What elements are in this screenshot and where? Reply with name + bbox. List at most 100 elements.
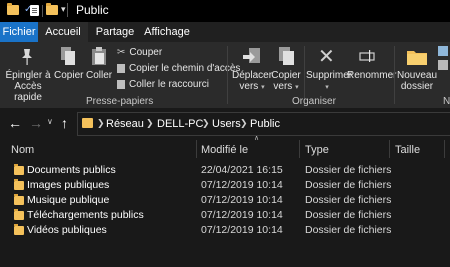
tab-file[interactable]: Fichier	[0, 22, 38, 42]
quick-access-dropdown-icon[interactable]: ▾	[61, 4, 66, 15]
table-row[interactable]: Documents publics 22/04/2021 16:15 Dossi…	[0, 163, 450, 178]
copy-icon	[60, 46, 76, 66]
copy-path-icon	[117, 63, 125, 73]
file-type: Dossier de fichiers	[305, 194, 392, 206]
group-divider	[227, 46, 228, 104]
rename-button[interactable]: Renommer	[347, 70, 396, 81]
column-divider[interactable]	[389, 140, 390, 158]
file-modified: 07/12/2019 10:14	[201, 209, 283, 221]
file-modified: 07/12/2019 10:14	[201, 224, 283, 236]
pin-label-1: Épingler à	[5, 70, 51, 81]
file-name: Images publiques	[27, 179, 110, 191]
toolbar-divider	[42, 5, 43, 17]
up-arrow-icon[interactable]: ↑	[61, 115, 68, 131]
folder-icon	[14, 164, 24, 175]
paste-shortcut-icon	[117, 79, 125, 89]
group-divider	[394, 46, 395, 104]
column-header-size[interactable]: Taille	[395, 144, 420, 156]
table-row[interactable]: Vidéos publiques 07/12/2019 10:14 Dossie…	[0, 223, 450, 238]
organize-group-label: Organiser	[292, 96, 336, 107]
column-header-type[interactable]: Type	[305, 144, 329, 156]
file-name: Musique publique	[27, 194, 110, 206]
file-name: Documents publics	[27, 164, 116, 176]
title-divider	[67, 3, 68, 17]
delete-icon: ✕	[318, 46, 335, 68]
back-arrow-icon[interactable]: ←	[8, 115, 22, 131]
scissors-icon: ✂	[117, 47, 126, 58]
table-row[interactable]: Téléchargements publics 07/12/2019 10:14…	[0, 208, 450, 223]
new-folder-button[interactable]: Nouveau dossier	[396, 70, 438, 92]
window-title: Public	[76, 3, 109, 17]
cut-button[interactable]: ✂ Couper	[117, 47, 162, 58]
new-folder-label-1: Nouveau	[396, 70, 438, 81]
folder-icon	[82, 118, 93, 128]
file-name: Téléchargements publics	[27, 209, 144, 221]
clipboard-group-label: Presse-papiers	[86, 96, 154, 107]
copy-button[interactable]: Copier	[54, 70, 83, 81]
file-type: Dossier de fichiers	[305, 164, 392, 176]
tab-share[interactable]: Partage	[92, 22, 138, 42]
recent-locations-chevron-icon[interactable]: ∨	[47, 117, 53, 126]
paste-icon	[91, 46, 107, 66]
breadcrumb-separator-icon[interactable]: ❯	[240, 118, 248, 129]
breadcrumb-dell-pc[interactable]: DELL-PC	[157, 118, 203, 130]
title-bar: ✓ ▾ Public	[0, 0, 450, 22]
copy-to-label-2: vers ▾	[273, 81, 299, 92]
copy-to-button[interactable]: Copier vers ▾	[270, 70, 302, 93]
forward-arrow-icon[interactable]: →	[29, 115, 43, 131]
breadcrumb-separator-icon[interactable]: ❯	[146, 118, 154, 129]
copy-to-label-1: Copier	[271, 70, 301, 81]
copy-path-button[interactable]: Copier le chemin d'accès	[117, 63, 240, 74]
breadcrumb-users[interactable]: Users	[212, 118, 241, 130]
new-item-icon[interactable]	[438, 46, 448, 56]
move-to-icon	[242, 46, 262, 66]
address-bar[interactable]: ❯ Réseau ❯ DELL-PC ❯ Users ❯ Public	[77, 112, 450, 136]
pin-quick-access-button[interactable]: Épingler à Accès rapide	[4, 70, 52, 103]
copy-path-label: Copier le chemin d'accès	[129, 63, 241, 74]
column-header-modified[interactable]: Modifié le	[201, 144, 248, 156]
address-row: ← → ∨ ↑ ❯ Réseau ❯ DELL-PC ❯ Users ❯ Pub…	[0, 108, 450, 138]
table-row[interactable]: Images publiques 07/12/2019 10:14 Dossie…	[0, 178, 450, 193]
file-type: Dossier de fichiers	[305, 179, 392, 191]
breadcrumb-separator-icon[interactable]: ❯	[202, 118, 210, 129]
file-modified: 07/12/2019 10:14	[201, 194, 283, 206]
new-folder-quick-icon[interactable]	[46, 3, 58, 15]
paste-shortcut-button[interactable]: Coller le raccourci	[117, 79, 209, 90]
tab-home[interactable]: Accueil	[38, 22, 88, 42]
ribbon: Épingler à Accès rapide Copier Coller ✂ C…	[0, 42, 450, 108]
breadcrumb-separator-icon: ❯	[97, 118, 105, 128]
file-modified: 07/12/2019 10:14	[201, 179, 283, 191]
column-divider[interactable]	[444, 140, 445, 158]
file-type: Dossier de fichiers	[305, 209, 392, 221]
sort-indicator-icon: ∧	[254, 135, 260, 142]
table-row[interactable]: Musique publique 07/12/2019 10:14 Dossie…	[0, 193, 450, 208]
folder-icon	[14, 224, 24, 235]
folder-icon	[14, 179, 24, 190]
new-folder-icon	[406, 48, 428, 66]
copy-to-icon	[276, 46, 296, 66]
pin-label-2: Accès rapide	[14, 81, 42, 103]
column-header-name[interactable]: Nom	[11, 144, 34, 156]
rename-icon	[359, 48, 375, 64]
new-folder-label-2: dossier	[400, 81, 434, 92]
move-to-label-2: vers ▾	[239, 81, 265, 92]
move-to-label-1: Déplacer	[232, 70, 273, 81]
column-divider[interactable]	[299, 140, 300, 158]
tab-view[interactable]: Affichage	[142, 22, 192, 42]
ribbon-tabs: Fichier Accueil Partage Affichage	[0, 22, 450, 42]
pin-icon	[20, 48, 34, 66]
folder-icon	[14, 194, 24, 205]
column-divider[interactable]	[196, 140, 197, 158]
breadcrumb-network[interactable]: Réseau	[106, 118, 144, 130]
move-to-button[interactable]: Déplacer vers ▾	[232, 70, 272, 93]
breadcrumb-public[interactable]: Public	[250, 118, 280, 130]
document-icon[interactable]	[30, 5, 39, 16]
folder-icon	[14, 209, 24, 220]
delete-button[interactable]: Supprimer ▾	[306, 70, 352, 93]
file-modified: 22/04/2021 16:15	[201, 164, 283, 176]
paste-button[interactable]: Coller	[86, 70, 112, 81]
easy-access-icon[interactable]	[438, 60, 448, 70]
folder-icon	[7, 3, 19, 15]
file-name: Vidéos publiques	[27, 224, 107, 236]
paste-shortcut-label: Coller le raccourci	[129, 79, 210, 90]
